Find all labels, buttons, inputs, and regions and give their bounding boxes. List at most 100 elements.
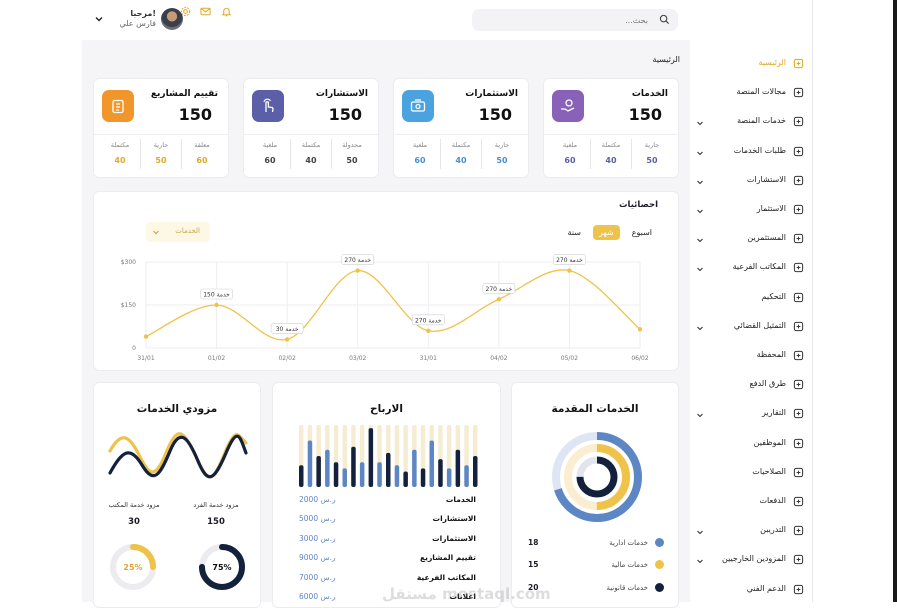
sidebar-item[interactable]: التحكيم	[690, 288, 812, 310]
chat-icon	[793, 175, 804, 185]
sidebar-item[interactable]: طلبات الخدمات	[690, 142, 812, 164]
sidebar-item[interactable]: المستثمرين	[690, 229, 812, 251]
substat: ملغية 60	[400, 139, 440, 169]
legend-label: خدمات مالية	[611, 561, 648, 569]
sidebar-item[interactable]: الموظفين	[690, 434, 812, 456]
substat: جارية 50	[140, 139, 181, 169]
tab-month[interactable]: شهر	[592, 224, 620, 240]
sidebar-item[interactable]: التدريبن	[690, 521, 812, 543]
sidebar-item[interactable]: الصلاحيات	[690, 463, 812, 485]
mail-icon[interactable]	[200, 6, 211, 17]
sidebar-item[interactable]: المكاتب الفرعية	[690, 258, 812, 280]
chevron-down-icon[interactable]	[696, 411, 704, 419]
app-frame: مرحبا! فارس علي الرئيسية الخدمات 150 جار…	[0, 0, 897, 608]
substat-label: مكتملة	[451, 141, 471, 149]
gear-icon[interactable]	[180, 6, 191, 17]
data-point	[143, 334, 149, 339]
substat-label: مكتملة	[301, 141, 321, 149]
tab-week[interactable]: اسبوع	[626, 225, 658, 240]
sidebar-item[interactable]: التقارير	[690, 404, 812, 426]
stat-card-consultations[interactable]: الاستشارات 150 مجدولة 50 مكتملة 40 ملغية 60	[243, 78, 379, 178]
sidebar-item[interactable]: الاستشارات	[690, 171, 812, 193]
stat-card-investments[interactable]: الاستثمارات 150 جارية 50 مكتملة 40 ملغية 60	[393, 78, 529, 178]
sidebar-item-label: الاستثمار	[756, 204, 786, 213]
substat-label: معلقة	[194, 141, 210, 149]
office-provider-label: مزود خدمة المكتب	[108, 501, 160, 509]
search-box[interactable]	[472, 9, 678, 31]
search-icon	[659, 14, 670, 25]
stat-card-total: 150	[328, 105, 362, 124]
gauge-percent: 75%	[212, 563, 231, 572]
stat-card-title: تقييم المشاريع	[150, 89, 218, 99]
chevron-down-icon[interactable]	[696, 236, 704, 244]
watermark: مستقل mostaql.com	[382, 585, 551, 603]
tab-year[interactable]: سنة	[562, 225, 587, 240]
stat-card-services[interactable]: الخدمات 150 جارية 50 مكتملة 40 ملغية 60	[543, 78, 679, 178]
data-label: 270 خدمة	[415, 317, 442, 324]
chevron-down-icon[interactable]	[696, 207, 704, 215]
profits-bar-chart	[299, 425, 478, 487]
profit-value: 5000 ر.س	[299, 514, 336, 523]
sidebar-item[interactable]: الرئيسية	[690, 54, 812, 76]
profit-bar	[342, 468, 347, 487]
period-tabs: اسبوع شهر سنة	[562, 222, 658, 242]
office-provider-value: 30	[128, 517, 140, 527]
profit-bar	[420, 468, 426, 487]
substat-value: 60	[196, 156, 208, 165]
sidebar-item[interactable]: المزودين الخارجيين	[690, 550, 812, 572]
x-tick-label: 31/01	[137, 355, 154, 362]
statistics-card: احصائيات اسبوع شهر سنة الخدمات 31/01 01/0…	[93, 191, 679, 371]
sidebar-item[interactable]: الدفعات	[690, 492, 812, 514]
sidebar-item[interactable]: مجالات المنصة	[690, 83, 812, 105]
gauge-percent: 25%	[123, 563, 142, 572]
profit-row: الاستشارات 5000 ر.س	[273, 514, 500, 528]
chevron-down-icon[interactable]	[696, 149, 704, 157]
substat-value: 60	[564, 156, 576, 165]
search-input[interactable]	[480, 12, 648, 28]
chevron-down-icon[interactable]	[696, 528, 704, 536]
profit-bar	[299, 465, 304, 487]
substat-value: 60	[414, 156, 426, 165]
legend-row: 15 خدمات مالية	[512, 558, 678, 572]
sidebar-item[interactable]: خدمات المنصة	[690, 112, 812, 134]
sidebar-item[interactable]: الدعم الفني	[690, 580, 812, 602]
substat-value: 40	[114, 156, 126, 165]
stat-card-substats: مجدولة 50 مكتملة 40 ملغية 60	[250, 139, 372, 169]
sidebar-item[interactable]: الاستثمار	[690, 200, 812, 222]
substat: مكتملة 40	[440, 139, 481, 169]
bell-icon[interactable]	[221, 6, 232, 17]
sidebar-item-label: الدفعات	[759, 496, 786, 505]
stat-card-project-evaluation[interactable]: تقييم المشاريع 150 معلقة 60 جارية 50 مكتمل…	[93, 78, 229, 178]
list-icon	[793, 88, 804, 98]
category-dropdown[interactable]: الخدمات	[146, 222, 210, 242]
data-point	[496, 297, 502, 302]
x-tick-label: 31/01	[420, 355, 437, 362]
profit-bar	[325, 449, 330, 487]
profit-value: 9000 ر.س	[299, 553, 336, 562]
profit-row: الخدمات 2000 ر.س	[273, 495, 500, 509]
substat: مكتملة 40	[290, 139, 331, 169]
chevron-down-icon[interactable]	[696, 557, 704, 565]
sidebar-item[interactable]: طرق الدفع	[690, 375, 812, 397]
chevron-down-icon[interactable]	[696, 119, 704, 127]
y-tick-label: $150	[121, 302, 136, 309]
sidebar-item-label: الدعم الفني	[746, 583, 786, 593]
sidebar-item[interactable]: المحفظة	[690, 346, 812, 368]
individual-provider-label: مزود خدمة الفرد	[193, 501, 239, 509]
chevron-down-icon[interactable]	[94, 14, 104, 24]
user-plus-icon	[793, 526, 804, 536]
profit-name: الاستثمارات	[432, 534, 476, 543]
substat-label: ملغية	[262, 141, 278, 149]
chevron-down-icon[interactable]	[696, 324, 704, 332]
stat-card-title: الاستشارات	[315, 89, 368, 99]
chevron-down-icon[interactable]	[696, 178, 704, 186]
sidebar-item[interactable]: التمثيل القضائي	[690, 317, 812, 339]
sidebar-item-label: المكاتب الفرعية	[732, 262, 786, 272]
chevron-down-icon[interactable]	[696, 265, 704, 273]
chevron-down-icon	[153, 230, 159, 235]
clipboard-icon	[102, 90, 134, 122]
breadcrumb[interactable]: الرئيسية	[652, 55, 680, 64]
substat: مكتملة 40	[100, 139, 140, 169]
substat: معلقة 60	[181, 139, 222, 169]
profit-value: 6000 ر.س	[299, 592, 336, 601]
